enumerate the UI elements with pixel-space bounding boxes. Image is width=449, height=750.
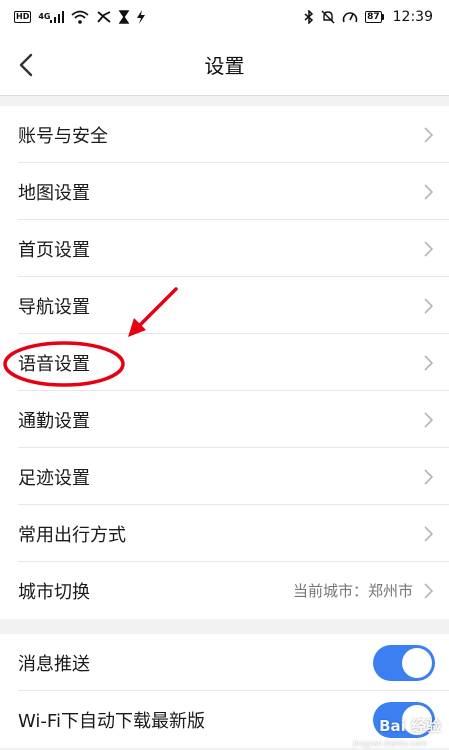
chevron-right-icon [421, 182, 435, 202]
status-left: HD 4G [14, 9, 146, 25]
settings-item-label: 首页设置 [18, 239, 90, 261]
page-title: 设置 [204, 54, 245, 78]
settings-item-travel-mode[interactable]: 常用出行方式 [0, 505, 449, 562]
settings-item-map[interactable]: 地图设置 [0, 163, 449, 220]
chevron-right-icon [421, 467, 435, 487]
watermark-sub: jingyan.baidu.com [353, 739, 427, 748]
settings-item-city-switch[interactable]: 城市切换 当前城市：郑州市 [0, 562, 449, 619]
chevron-right-icon [421, 581, 435, 601]
battery-level: 87 [365, 11, 382, 23]
current-city-value: 当前城市：郑州市 [292, 582, 413, 600]
hd-icon: HD [14, 11, 32, 23]
settings-item-label: 通勤设置 [18, 410, 90, 432]
status-time: 12:39 [392, 9, 433, 25]
settings-item-label: 消息推送 [18, 653, 90, 675]
settings-item-label: 地图设置 [18, 182, 90, 204]
settings-list: 账号与安全 地图设置 首页设置 导航设置 语音设置 通勤设置 足迹设置 常用出行… [0, 106, 449, 619]
notification-icon [96, 9, 112, 25]
chevron-right-icon [421, 125, 435, 145]
signal-4g-icon: 4G [38, 9, 65, 25]
settings-item-footprint[interactable]: 足迹设置 [0, 448, 449, 505]
push-toggle[interactable] [373, 644, 435, 681]
back-button[interactable] [6, 45, 46, 85]
battery-icon: 87 [365, 11, 384, 23]
bolt-icon [136, 9, 146, 25]
status-bar: HD 4G 87 12:39 [0, 0, 449, 34]
chevron-left-icon [19, 53, 33, 77]
chevron-right-icon [421, 296, 435, 316]
bluetooth-icon [304, 9, 314, 25]
settings-item-navigation[interactable]: 导航设置 [0, 277, 449, 334]
settings-item-account-security[interactable]: 账号与安全 [0, 106, 449, 163]
speed-icon [342, 9, 358, 25]
settings-item-voice[interactable]: 语音设置 [0, 334, 449, 391]
settings-item-home[interactable]: 首页设置 [0, 220, 449, 277]
settings-item-commute[interactable]: 通勤设置 [0, 391, 449, 448]
chevron-right-icon [421, 410, 435, 430]
chevron-right-icon [421, 524, 435, 544]
mute-bell-icon [321, 9, 335, 25]
settings-item-label: 导航设置 [18, 296, 90, 318]
settings-item-label: 账号与安全 [18, 125, 108, 147]
network-label: 4G [38, 12, 51, 21]
watermark: Bai 经验 [379, 717, 441, 735]
hourglass-icon [119, 9, 130, 25]
settings-item-label: 常用出行方式 [18, 524, 126, 546]
status-right: 87 12:39 [304, 9, 433, 25]
wifi-icon [71, 9, 90, 25]
settings-item-label: 足迹设置 [18, 467, 90, 489]
settings-item-push: 消息推送 [0, 634, 449, 691]
chevron-right-icon [421, 239, 435, 259]
chevron-right-icon [421, 353, 435, 373]
settings-item-label: 语音设置 [18, 353, 90, 375]
header: 设置 [0, 34, 449, 96]
settings-item-label: Wi-Fi下自动下载最新版 [18, 710, 205, 732]
settings-item-label: 城市切换 [18, 581, 90, 603]
toggle-knob [402, 647, 432, 678]
